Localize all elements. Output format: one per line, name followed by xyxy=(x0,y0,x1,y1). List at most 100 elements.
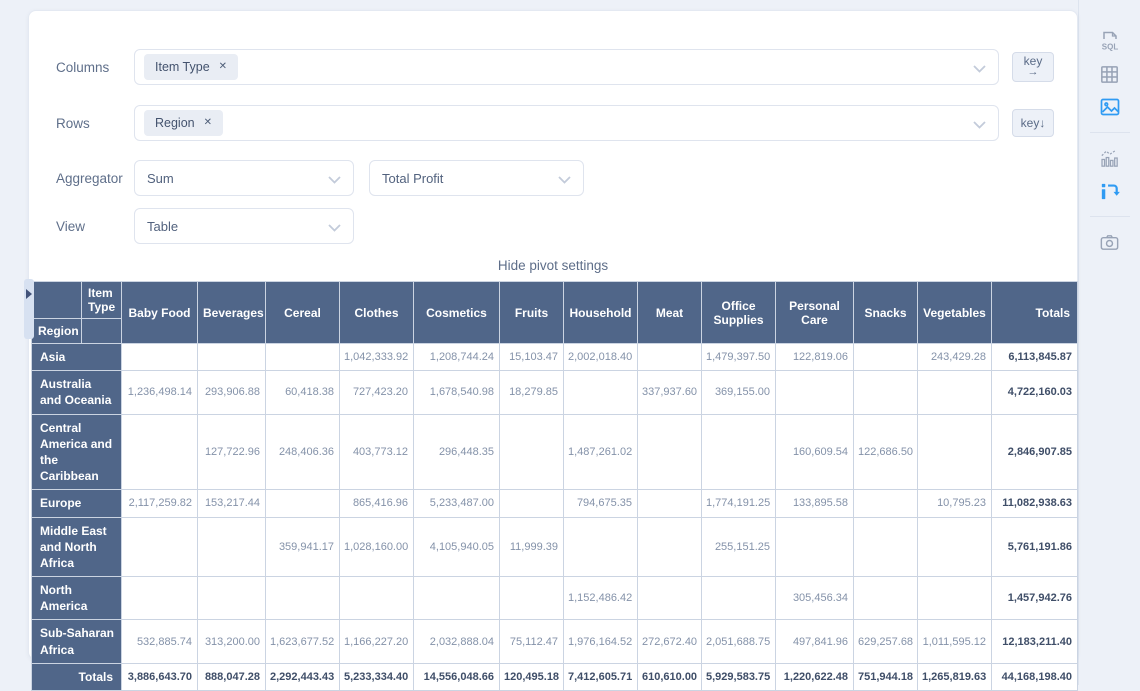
value-cell: 1,976,164.52 xyxy=(564,620,638,663)
columns-label: Columns xyxy=(56,60,134,75)
column-header: Clothes xyxy=(340,282,414,344)
chevron-down-icon xyxy=(328,224,341,232)
row-header: Central America and the Caribbean xyxy=(32,414,122,490)
grand-total-cell: 44,168,198.40 xyxy=(992,663,1078,690)
table-row: Middle East and North Africa359,941.171,… xyxy=(32,517,1078,577)
value-cell xyxy=(500,414,564,490)
value-cell: 248,406.36 xyxy=(266,414,340,490)
value-cell: 337,937.60 xyxy=(638,371,702,414)
value-cell: 532,885.74 xyxy=(122,620,198,663)
value-cell xyxy=(776,517,854,577)
table-row: Sub-Saharan Africa532,885.74313,200.001,… xyxy=(32,620,1078,663)
column-header: Baby Food xyxy=(122,282,198,344)
column-total-cell: 2,292,443.43 xyxy=(266,663,340,690)
value-cell: 1,487,261.02 xyxy=(564,414,638,490)
columns-row: Columns Item Type ✕ key → xyxy=(56,49,1077,85)
column-header: Beverages xyxy=(198,282,266,344)
value-cell: 2,032,888.04 xyxy=(414,620,500,663)
pivot-view-icon[interactable] xyxy=(1097,178,1123,204)
toolbar-divider xyxy=(1090,216,1130,217)
value-cell: 1,678,540.98 xyxy=(414,371,500,414)
value-cell: 122,686.50 xyxy=(854,414,918,490)
view-label: View xyxy=(56,219,134,234)
value-cell xyxy=(854,490,918,517)
pivot-settings-card: Columns Item Type ✕ key → Rows Region ✕ xyxy=(28,10,1078,660)
row-total-cell: 2,846,907.85 xyxy=(992,414,1078,490)
rows-chip-label: Region xyxy=(155,116,195,130)
value-cell: 629,257.68 xyxy=(854,620,918,663)
value-cell: 153,217.44 xyxy=(198,490,266,517)
value-cell xyxy=(638,490,702,517)
rows-field[interactable]: Region ✕ xyxy=(134,105,999,141)
column-total-cell: 751,944.18 xyxy=(854,663,918,690)
value-cell: 1,208,744.24 xyxy=(414,344,500,371)
table-row: Central America and the Caribbean127,722… xyxy=(32,414,1078,490)
view-select[interactable]: Table xyxy=(134,208,354,244)
aggregator-field-select[interactable]: Total Profit xyxy=(369,160,584,196)
table-row: Australia and Oceania1,236,498.14293,906… xyxy=(32,371,1078,414)
value-cell: 75,112.47 xyxy=(500,620,564,663)
chevron-right-icon xyxy=(26,289,32,299)
value-cell: 305,456.34 xyxy=(776,577,854,620)
value-cell: 2,051,688.75 xyxy=(702,620,776,663)
totals-column-header: Totals xyxy=(992,282,1078,344)
value-cell: 1,028,160.00 xyxy=(340,517,414,577)
row-total-cell: 1,457,942.76 xyxy=(992,577,1078,620)
value-cell: 11,999.39 xyxy=(500,517,564,577)
aggregator-row: Aggregator Sum Total Profit xyxy=(56,160,1077,196)
value-cell xyxy=(122,414,198,490)
value-cell: 497,841.96 xyxy=(776,620,854,663)
aggregator-select[interactable]: Sum xyxy=(134,160,354,196)
chevron-down-icon xyxy=(973,121,986,129)
value-cell: 5,233,487.00 xyxy=(414,490,500,517)
table-row: North America1,152,486.42305,456.341,457… xyxy=(32,577,1078,620)
column-total-cell: 5,233,334.40 xyxy=(340,663,414,690)
value-cell: 4,105,940.05 xyxy=(414,517,500,577)
value-cell xyxy=(122,577,198,620)
column-total-cell: 14,556,048.66 xyxy=(414,663,500,690)
value-cell xyxy=(266,577,340,620)
chevron-down-icon xyxy=(328,176,341,184)
row-total-cell: 6,113,845.87 xyxy=(992,344,1078,371)
drawer-toggle[interactable] xyxy=(24,279,34,339)
sql-view-icon[interactable]: SQL xyxy=(1097,28,1123,54)
remove-rows-chip-icon[interactable]: ✕ xyxy=(204,118,212,128)
value-cell: 133,895.58 xyxy=(776,490,854,517)
remove-columns-chip-icon[interactable]: ✕ xyxy=(219,62,227,72)
columns-chip-label: Item Type xyxy=(155,60,210,74)
column-total-cell: 610,610.00 xyxy=(638,663,702,690)
rows-chip[interactable]: Region ✕ xyxy=(144,110,223,136)
value-cell xyxy=(918,517,992,577)
column-total-cell: 3,886,643.70 xyxy=(122,663,198,690)
row-header: Australia and Oceania xyxy=(32,371,122,414)
row-total-cell: 4,722,160.03 xyxy=(992,371,1078,414)
image-view-icon[interactable] xyxy=(1097,94,1123,120)
view-row: View Table xyxy=(56,208,1077,244)
row-total-cell: 12,183,211.40 xyxy=(992,620,1078,663)
corner-cell xyxy=(32,282,82,319)
value-cell: 1,623,677.52 xyxy=(266,620,340,663)
value-cell xyxy=(776,371,854,414)
row-header: North America xyxy=(32,577,122,620)
value-cell xyxy=(854,517,918,577)
columns-chip[interactable]: Item Type ✕ xyxy=(144,54,238,80)
pivot-controls: Columns Item Type ✕ key → Rows Region ✕ xyxy=(29,11,1077,244)
rows-key-button[interactable]: key↓ xyxy=(1012,109,1054,137)
value-cell: 1,042,333.92 xyxy=(340,344,414,371)
table-view-icon[interactable] xyxy=(1097,61,1123,87)
hide-pivot-settings-link[interactable]: Hide pivot settings xyxy=(29,258,1077,273)
value-cell: 293,906.88 xyxy=(198,371,266,414)
columns-field[interactable]: Item Type ✕ xyxy=(134,49,999,85)
value-cell xyxy=(198,344,266,371)
chart-view-icon[interactable] xyxy=(1097,145,1123,171)
value-cell: 1,236,498.14 xyxy=(122,371,198,414)
value-cell: 122,819.06 xyxy=(776,344,854,371)
value-cell xyxy=(198,577,266,620)
camera-icon[interactable] xyxy=(1097,229,1123,255)
totals-row: Totals3,886,643.70888,047.282,292,443.43… xyxy=(32,663,1078,690)
column-header: Household xyxy=(564,282,638,344)
value-cell xyxy=(854,371,918,414)
value-cell xyxy=(198,517,266,577)
column-header: Office Supplies xyxy=(702,282,776,344)
columns-key-button[interactable]: key → xyxy=(1012,52,1054,81)
